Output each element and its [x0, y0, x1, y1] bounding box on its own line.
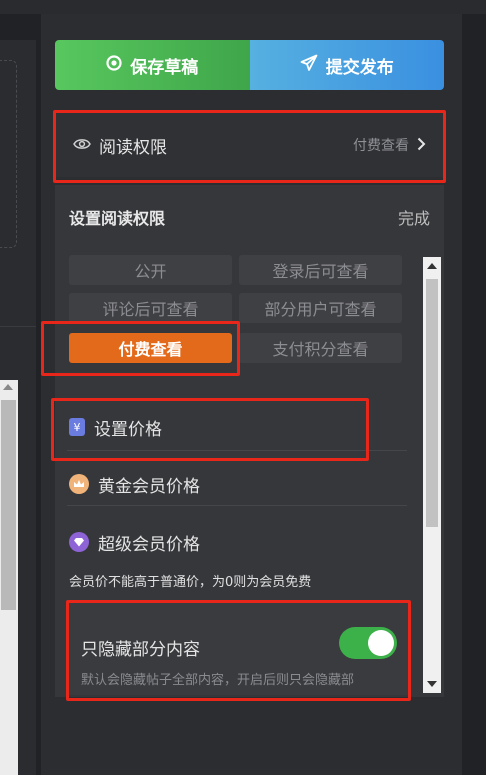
- divider: [67, 450, 407, 451]
- save-draft-button[interactable]: 保存草稿: [55, 40, 250, 90]
- eye-icon: [73, 136, 91, 155]
- panel-heading: 设置阅读权限: [69, 209, 166, 228]
- option-paid[interactable]: 付费查看: [69, 333, 232, 363]
- divider: [67, 505, 407, 506]
- panel-scroll-thumb[interactable]: [426, 279, 438, 527]
- option-points[interactable]: 支付积分查看: [239, 333, 402, 363]
- hide-partial-toggle[interactable]: [339, 627, 397, 659]
- set-price-row[interactable]: ¥ 设置价格: [67, 406, 407, 448]
- option-public[interactable]: 公开: [69, 255, 232, 285]
- editor-scrollbar[interactable]: [0, 380, 18, 775]
- hide-partial-description: 默认会隐藏帖子全部内容，开启后则只会隐藏部: [81, 673, 355, 688]
- super-member-price-label: 超级会员价格: [98, 534, 200, 555]
- price-tag-icon: ¥: [69, 418, 85, 436]
- editor-divider: [0, 326, 36, 327]
- action-buttons: 保存草稿 提交发布: [55, 40, 444, 90]
- reading-permission-value: 付费查看: [353, 138, 409, 154]
- scroll-up-arrow-icon[interactable]: [427, 263, 437, 269]
- option-some-users[interactable]: 部分用户可查看: [239, 293, 402, 323]
- crown-icon: [69, 474, 89, 494]
- reading-permission-title: 阅读权限: [99, 137, 167, 158]
- editor-upload-area[interactable]: [0, 60, 17, 248]
- member-price-note: 会员价不能高于普通价，为0则为会员免费: [69, 575, 312, 590]
- chevron-right-icon: [417, 136, 426, 155]
- gold-member-price-label: 黄金会员价格: [98, 476, 200, 497]
- done-button[interactable]: 完成: [398, 205, 430, 229]
- save-draft-label: 保存草稿: [130, 57, 199, 78]
- submit-publish-label: 提交发布: [325, 57, 394, 78]
- option-login-required[interactable]: 登录后可查看: [239, 255, 402, 285]
- reading-permission-panel: 设置阅读权限 完成 公开 登录后可查看 评论后可查看 部分用户可查看 付费查看 …: [55, 185, 444, 697]
- hide-partial-section: 只隐藏部分内容 默认会隐藏帖子全部内容，开启后则只会隐藏部: [69, 603, 409, 695]
- editor-scroll-thumb[interactable]: [1, 400, 16, 610]
- panel-scrollbar[interactable]: [423, 257, 441, 693]
- reading-permission-row[interactable]: 阅读权限 付费查看: [55, 113, 444, 177]
- paper-plane-icon: [300, 54, 318, 77]
- set-price-label: 设置价格: [94, 419, 162, 440]
- scroll-up-arrow-icon[interactable]: [3, 384, 13, 390]
- super-member-price-row[interactable]: 超级会员价格: [67, 521, 407, 563]
- top-bar: [0, 0, 486, 14]
- option-comment-required[interactable]: 评论后可查看: [69, 293, 232, 323]
- hide-partial-title: 只隐藏部分内容: [81, 640, 200, 660]
- diamond-icon: [69, 532, 89, 552]
- record-icon: [106, 54, 122, 76]
- gold-member-price-row[interactable]: 黄金会员价格: [67, 463, 407, 505]
- scroll-down-arrow-icon[interactable]: [427, 681, 437, 687]
- editor-pane: [0, 40, 36, 775]
- submit-publish-button[interactable]: 提交发布: [249, 40, 444, 90]
- toggle-knob: [368, 630, 394, 656]
